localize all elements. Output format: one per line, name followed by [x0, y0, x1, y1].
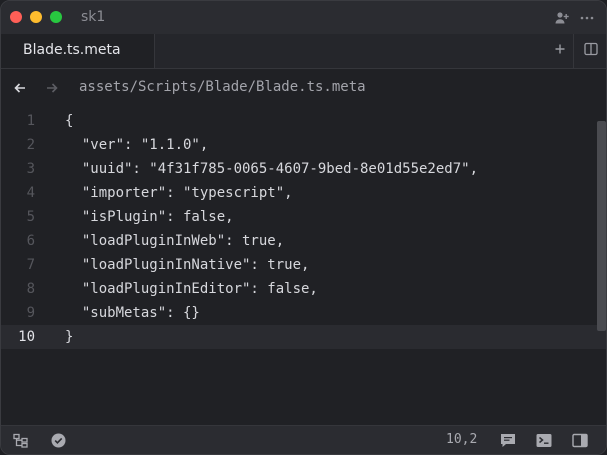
- line-text: "loadPluginInEditor": false,: [65, 281, 318, 297]
- line-text: "ver": "1.1.0",: [65, 137, 209, 153]
- line-text: "loadPluginInWeb": true,: [65, 233, 285, 249]
- split-view-icon[interactable]: [584, 42, 598, 56]
- code-line[interactable]: 9 "subMetas": {}: [1, 301, 606, 325]
- vertical-scrollbar[interactable]: [597, 121, 606, 331]
- code-line[interactable]: 4 "importer": "typescript",: [1, 181, 606, 205]
- line-text: "uuid": "4f31f785-0065-4607-9bed-8e01d55…: [65, 161, 479, 177]
- line-number: 3: [26, 161, 35, 177]
- cursor-position[interactable]: 10,2: [446, 432, 477, 447]
- editor-window: sk1 Blade.ts.meta assets/Scripts/Blade/B…: [0, 0, 607, 455]
- breadcrumb: assets/Scripts/Blade/Blade.ts.meta: [1, 69, 606, 107]
- tab-label: Blade.ts.meta: [23, 42, 121, 58]
- code-line[interactable]: 1 {: [1, 109, 606, 133]
- line-text: "isPlugin": false,: [65, 209, 234, 225]
- arrow-right-icon[interactable]: [45, 81, 59, 95]
- code-line[interactable]: 3 "uuid": "4f31f785-0065-4607-9bed-8e01d…: [1, 157, 606, 181]
- line-number: 8: [26, 281, 35, 297]
- status-bar: 10,2: [1, 425, 606, 454]
- line-number: 4: [26, 185, 35, 201]
- code-line[interactable]: 5 "isPlugin": false,: [1, 205, 606, 229]
- code-line[interactable]: 2 "ver": "1.1.0",: [1, 133, 606, 157]
- line-text: "loadPluginInNative": true,: [65, 257, 310, 273]
- window-title: sk1: [81, 9, 106, 25]
- tab-bar: Blade.ts.meta: [1, 34, 606, 69]
- minimize-window-button[interactable]: [30, 11, 42, 23]
- line-number: 5: [26, 209, 35, 225]
- title-bar: sk1: [1, 1, 606, 34]
- line-number: 2: [26, 137, 35, 153]
- line-text: "importer": "typescript",: [65, 185, 293, 201]
- plus-icon[interactable]: [552, 41, 568, 57]
- comment-icon[interactable]: [500, 433, 515, 448]
- panel-right-icon[interactable]: [572, 433, 588, 448]
- check-circle-icon[interactable]: [51, 433, 66, 448]
- line-number: 9: [26, 305, 35, 321]
- code-line[interactable]: 7 "loadPluginInNative": true,: [1, 253, 606, 277]
- line-number: 6: [26, 233, 35, 249]
- line-text: }: [65, 329, 74, 345]
- more-horizontal-icon[interactable]: [579, 10, 595, 26]
- terminal-icon[interactable]: [536, 433, 552, 448]
- line-number: 1: [26, 113, 35, 129]
- arrow-left-icon[interactable]: [13, 81, 27, 95]
- person-plus-icon[interactable]: [554, 10, 570, 26]
- close-window-button[interactable]: [10, 11, 22, 23]
- file-path[interactable]: assets/Scripts/Blade/Blade.ts.meta: [79, 79, 366, 95]
- line-number: 10: [18, 329, 35, 345]
- code-line[interactable]: 6 "loadPluginInWeb": true,: [1, 229, 606, 253]
- current-code-line[interactable]: 10 }: [1, 325, 606, 349]
- line-text: "subMetas": {}: [65, 305, 200, 321]
- line-text: {: [65, 113, 74, 129]
- maximize-window-button[interactable]: [50, 11, 62, 23]
- code-editor[interactable]: 1 { 2 "ver": "1.1.0", 3 "uuid": "4f31f78…: [1, 107, 606, 425]
- tab-blade-ts-meta[interactable]: Blade.ts.meta: [1, 34, 155, 68]
- line-number: 7: [26, 257, 35, 273]
- code-line[interactable]: 8 "loadPluginInEditor": false,: [1, 277, 606, 301]
- tab-bar-divider: [573, 34, 574, 68]
- file-tree-icon[interactable]: [13, 433, 28, 448]
